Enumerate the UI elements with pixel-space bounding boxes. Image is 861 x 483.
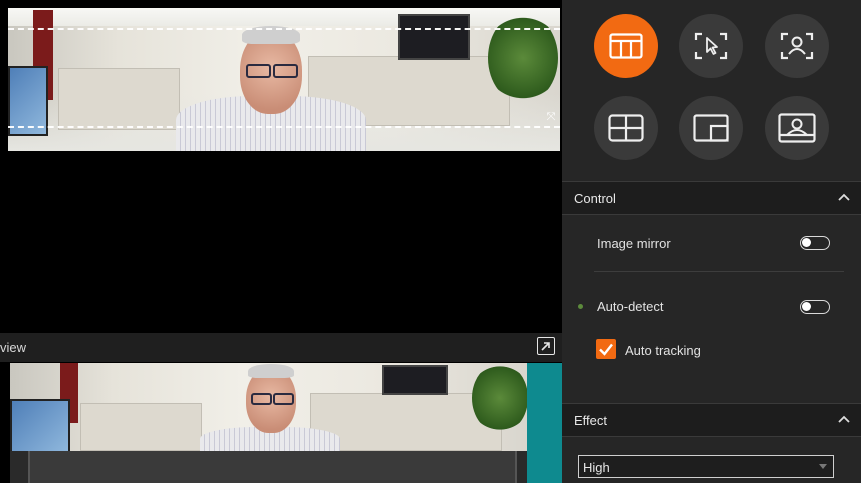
table-layout-icon [609, 33, 643, 59]
scene-tv [382, 365, 448, 395]
scene-tv [398, 14, 470, 60]
presenter-frame-icon [778, 113, 816, 143]
preview-video-feed[interactable] [10, 363, 527, 451]
select-region-button[interactable] [679, 14, 743, 78]
effect-section-header[interactable]: Effect [562, 403, 861, 437]
preview-label: view [0, 340, 27, 355]
glasses [273, 64, 298, 78]
person-hair [248, 364, 294, 378]
glasses [246, 64, 271, 78]
glasses [251, 393, 272, 405]
divider [594, 271, 844, 272]
person-frame-button[interactable] [765, 14, 829, 78]
control-title: Control [574, 191, 616, 206]
scene-cubicle [80, 403, 202, 451]
effect-level-select[interactable]: High [578, 455, 834, 478]
toggle-knob [802, 302, 811, 311]
auto-tracking-label: Auto tracking [625, 343, 701, 358]
tracking-frame-top [8, 28, 560, 30]
scene-monitor [10, 399, 70, 451]
table-layout-button[interactable] [594, 14, 658, 78]
popout-icon[interactable] [537, 337, 555, 355]
chevron-up-icon[interactable] [837, 412, 851, 426]
scene-plant [488, 13, 558, 103]
chevron-down-icon [819, 464, 827, 469]
presenter-frame-button[interactable] [765, 96, 829, 160]
auto-detect-toggle[interactable] [800, 300, 830, 314]
picture-in-picture-icon [693, 114, 729, 142]
status-dot-icon [578, 304, 583, 309]
effect-title: Effect [574, 413, 608, 428]
image-mirror-toggle[interactable] [800, 236, 830, 250]
grid-four-button[interactable] [594, 96, 658, 160]
preview-header [0, 333, 562, 362]
auto-tracking-checkbox[interactable] [596, 339, 616, 359]
control-section-header[interactable]: Control [562, 181, 861, 215]
tracking-frame-bottom [8, 126, 560, 128]
scene-plant [472, 363, 527, 433]
picture-in-picture-button[interactable] [679, 96, 743, 160]
scene-ceiling [8, 8, 560, 26]
chevron-up-icon[interactable] [837, 190, 851, 204]
resize-handle-icon[interactable]: ⤧ [544, 110, 558, 124]
grid-four-icon [608, 114, 644, 142]
select-region-icon [694, 32, 728, 60]
image-mirror-label: Image mirror [597, 236, 671, 251]
toggle-knob [802, 238, 811, 247]
checkmark-icon [599, 343, 613, 356]
auto-detect-label: Auto-detect [597, 299, 664, 314]
glasses [273, 393, 294, 405]
effect-level-value: High [583, 460, 610, 475]
scene-cubicle [58, 68, 180, 130]
preview-lower-inner [28, 451, 517, 483]
main-video-feed[interactable]: ⤧ [8, 8, 560, 151]
person-frame-icon [780, 32, 814, 60]
